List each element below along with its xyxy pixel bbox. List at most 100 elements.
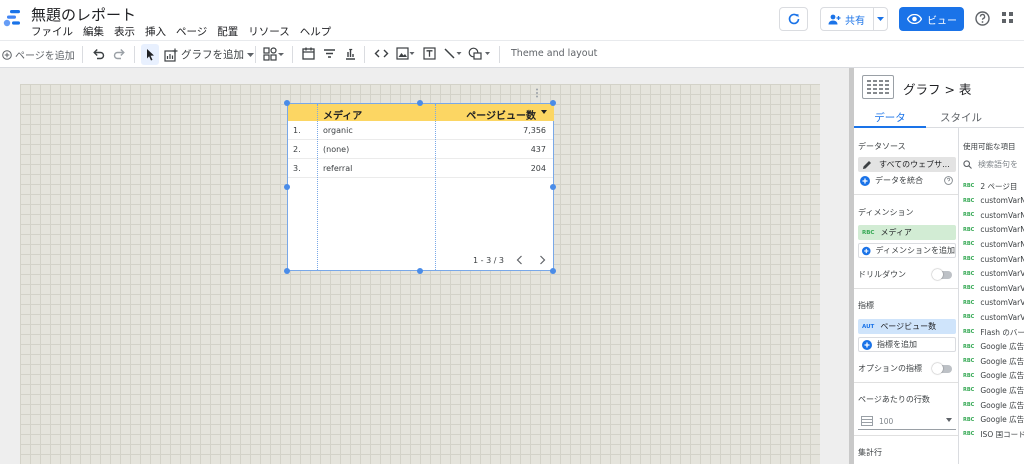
theme-and-layout-button[interactable]: Theme and layout (511, 48, 597, 59)
looker-studio-logo-icon[interactable] (3, 8, 23, 28)
add-chart-button[interactable]: グラフを追加 (164, 47, 254, 62)
share-dropdown-icon[interactable] (874, 17, 887, 21)
shape-icon[interactable] (468, 47, 492, 60)
drag-handle-icon[interactable] (535, 88, 539, 98)
resize-handle[interactable] (417, 100, 423, 106)
menu-arrange[interactable]: 配置 (217, 24, 238, 39)
field-type-tag: RBC (963, 416, 975, 423)
field-item[interactable]: RBC Google 広告 (963, 414, 1024, 426)
field-item[interactable]: RBC Google 広告 (963, 355, 1024, 367)
field-item[interactable]: RBC customVarV (963, 297, 1024, 309)
resize-handle[interactable] (550, 184, 556, 190)
table-row[interactable]: 3. referral 204 (288, 159, 553, 178)
field-search-input[interactable]: 検索語句を (963, 156, 1024, 172)
add-circle-icon (862, 339, 872, 350)
field-item[interactable]: RBC Google 広告 (963, 341, 1024, 353)
report-title[interactable]: 無題のレポート (31, 4, 136, 25)
table-header-metric[interactable]: ページビュー数 (436, 104, 554, 122)
menu-resources[interactable]: リソース (248, 24, 289, 39)
field-item[interactable]: RBC Google 広告 (963, 384, 1024, 396)
field-item[interactable]: RBC customVarV (963, 268, 1024, 280)
menu-edit[interactable]: 編集 (83, 24, 104, 39)
chevron-right-icon[interactable] (539, 255, 546, 265)
panel-column-divider (958, 128, 959, 464)
date-range-icon[interactable] (302, 47, 315, 60)
redo-icon[interactable] (113, 47, 126, 60)
menu-view[interactable]: 表示 (114, 24, 135, 39)
resize-handle[interactable] (417, 268, 423, 274)
resize-handle[interactable] (550, 100, 556, 106)
table-row[interactable]: 1. organic 7,356 (288, 121, 553, 140)
share-button[interactable]: 共有 (820, 7, 888, 31)
help-icon[interactable] (944, 176, 953, 185)
menu-insert[interactable]: 挿入 (145, 24, 166, 39)
field-item[interactable]: RBC customVarN (963, 238, 1024, 250)
menu-page[interactable]: ページ (176, 24, 207, 39)
field-item[interactable]: RBC customVarN (963, 195, 1024, 207)
undo-icon[interactable] (92, 47, 105, 60)
tab-style[interactable]: スタイル (926, 110, 996, 125)
resize-handle[interactable] (550, 268, 556, 274)
field-item[interactable]: RBC ISO 国コード (963, 428, 1024, 440)
pencil-icon (863, 160, 871, 169)
dimension-label: ディメンション (858, 208, 914, 217)
field-item[interactable]: RBC customVarN (963, 224, 1024, 236)
line-icon[interactable] (443, 47, 463, 60)
field-item[interactable]: RBC customVarN (963, 253, 1024, 265)
field-item[interactable]: RBC customVarV (963, 282, 1024, 294)
field-item[interactable]: RBC customVarV (963, 311, 1024, 323)
field-item[interactable]: RBC Flash のバー (963, 326, 1024, 338)
menu-file[interactable]: ファイル (31, 24, 73, 39)
image-icon[interactable] (396, 47, 415, 60)
view-button[interactable]: ビュー (899, 7, 964, 31)
filter-control-icon[interactable] (323, 47, 336, 60)
help-icon[interactable] (975, 11, 990, 26)
add-page-button[interactable]: ページを追加 (2, 47, 75, 62)
field-label: customVarN (980, 254, 1024, 264)
text-icon[interactable] (423, 47, 436, 60)
field-label: Google 広告 (980, 371, 1024, 381)
field-label: Google 広告 (980, 342, 1024, 352)
column-guide (435, 104, 436, 270)
chart-type-selector[interactable] (862, 75, 894, 99)
add-metric-button[interactable]: 指標を追加 (858, 337, 956, 352)
add-control-icon[interactable] (263, 47, 285, 61)
url-embed-icon[interactable] (374, 47, 389, 60)
rows-per-page-select[interactable]: 100 (858, 413, 956, 430)
field-item[interactable]: RBC customVarN (963, 209, 1024, 221)
data-control-icon[interactable] (344, 47, 357, 60)
field-type-tag: RBC (963, 241, 975, 248)
table-header-dimension[interactable]: メディア (318, 104, 436, 122)
blend-data-button[interactable]: データを統合 (860, 175, 923, 186)
data-source-chip[interactable]: すべてのウェブサ... (858, 157, 956, 172)
field-item[interactable]: RBC Google 広告 (963, 399, 1024, 411)
dimension-chip[interactable]: RBC メディア (858, 225, 956, 240)
field-label: ISO 国コード (980, 429, 1024, 439)
add-dimension-button[interactable]: ディメンションを追加 (858, 243, 956, 258)
sort-descending-icon[interactable] (541, 110, 547, 114)
field-item[interactable]: RBC 2 ページ目 (963, 180, 1024, 192)
add-chart-icon (164, 48, 178, 62)
field-label: customVarV (980, 269, 1024, 279)
toggle-knob (932, 363, 943, 374)
share-main[interactable]: 共有 (821, 8, 874, 30)
view-label: ビュー (927, 15, 957, 27)
field-item[interactable]: RBC Google 広告 (963, 370, 1024, 382)
table-header-index (288, 104, 318, 121)
blend-data-label: データを統合 (875, 176, 923, 185)
resize-handle[interactable] (284, 184, 290, 190)
apps-grid-icon[interactable] (1002, 12, 1013, 23)
table-chart[interactable]: メディア ページビュー数 1. organic 7,356 2. (none) … (287, 103, 554, 271)
field-type-tag: RBC (963, 197, 975, 204)
tab-data[interactable]: データ (854, 110, 926, 125)
refresh-button[interactable] (779, 7, 808, 31)
select-tool-button[interactable] (141, 44, 159, 65)
metric-chip[interactable]: AUT ページビュー数 (858, 319, 956, 334)
resize-handle[interactable] (284, 268, 290, 274)
resize-handle[interactable] (284, 100, 290, 106)
table-row[interactable]: 2. (none) 437 (288, 140, 553, 159)
menu-help[interactable]: ヘルプ (300, 24, 332, 39)
refresh-icon (788, 13, 799, 25)
chevron-left-icon[interactable] (516, 255, 523, 265)
field-type-tag: RBC (963, 402, 975, 408)
